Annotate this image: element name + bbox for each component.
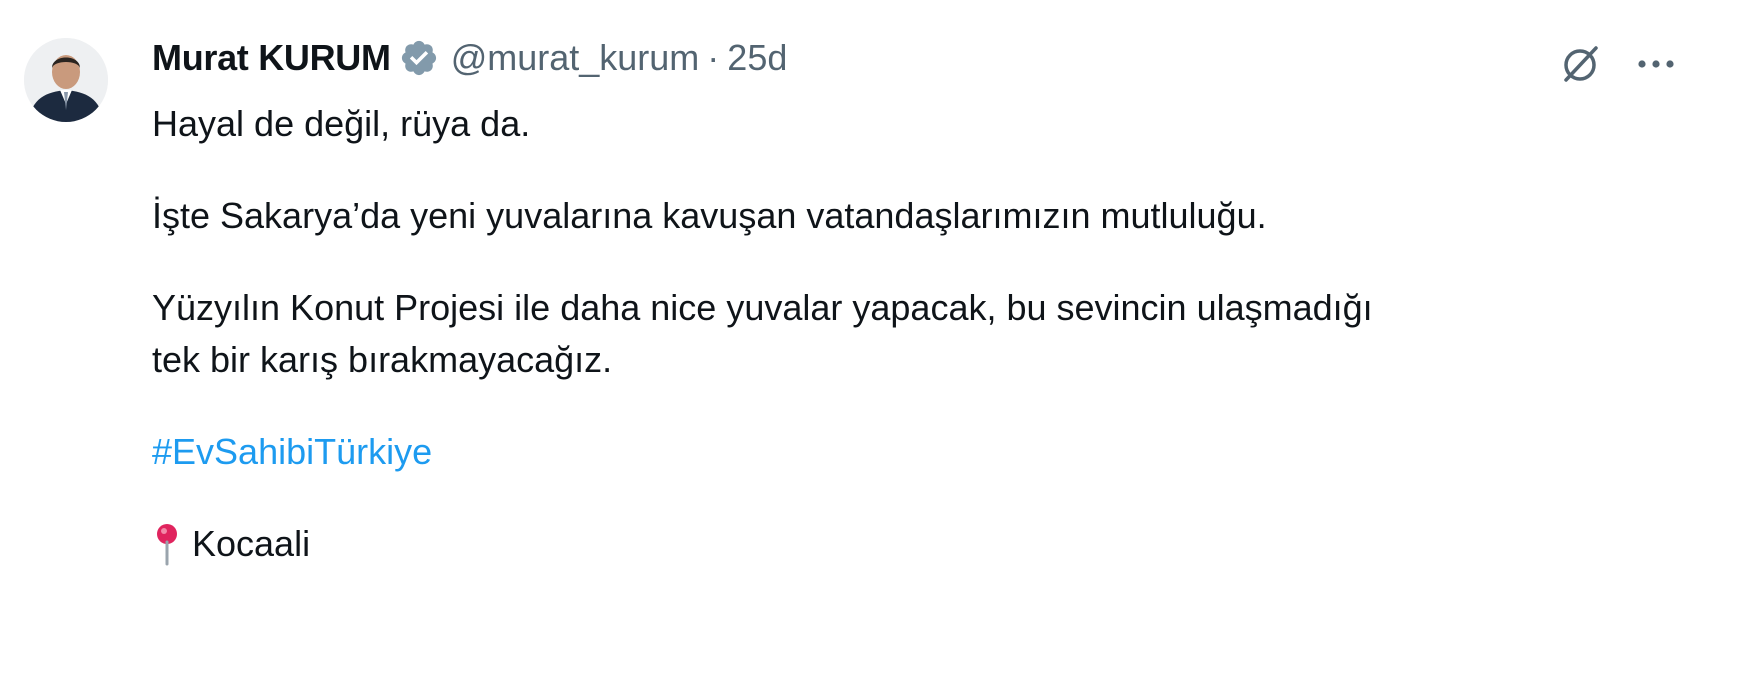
tweet-header: Murat KURUM @murat_kurum · 25d xyxy=(152,34,787,82)
tweet-line: İşte Sakarya’da yeni yuvalarına kavuşan … xyxy=(152,195,1267,236)
author-handle[interactable]: @murat_kurum xyxy=(451,37,700,79)
verified-badge-icon xyxy=(399,38,439,78)
tweet-line: tek bir karış bırakmayacağız. xyxy=(152,339,613,380)
location-name: Kocaali xyxy=(192,523,311,564)
avatar[interactable] xyxy=(24,38,108,122)
pin-icon xyxy=(152,522,182,566)
location: Kocaali xyxy=(152,518,1672,570)
hashtag-link[interactable]: #EvSahibiTürkiye xyxy=(152,431,432,472)
tweet-line: Hayal de değil, rüya da. xyxy=(152,103,531,144)
more-dots-icon[interactable] xyxy=(1632,44,1680,84)
tweet-time[interactable]: 25d xyxy=(727,37,787,79)
grok-slash-icon[interactable] xyxy=(1556,40,1604,88)
author-name[interactable]: Murat KURUM xyxy=(152,37,391,79)
separator-dot: · xyxy=(707,37,720,78)
tweet[interactable]: Murat KURUM @murat_kurum · 25d Hayal de … xyxy=(0,0,1749,675)
tweet-line: Yüzyılın Konut Projesi ile daha nice yuv… xyxy=(152,287,1373,328)
tweet-text: Hayal de değil, rüya da. İşte Sakarya’da… xyxy=(152,98,1672,570)
